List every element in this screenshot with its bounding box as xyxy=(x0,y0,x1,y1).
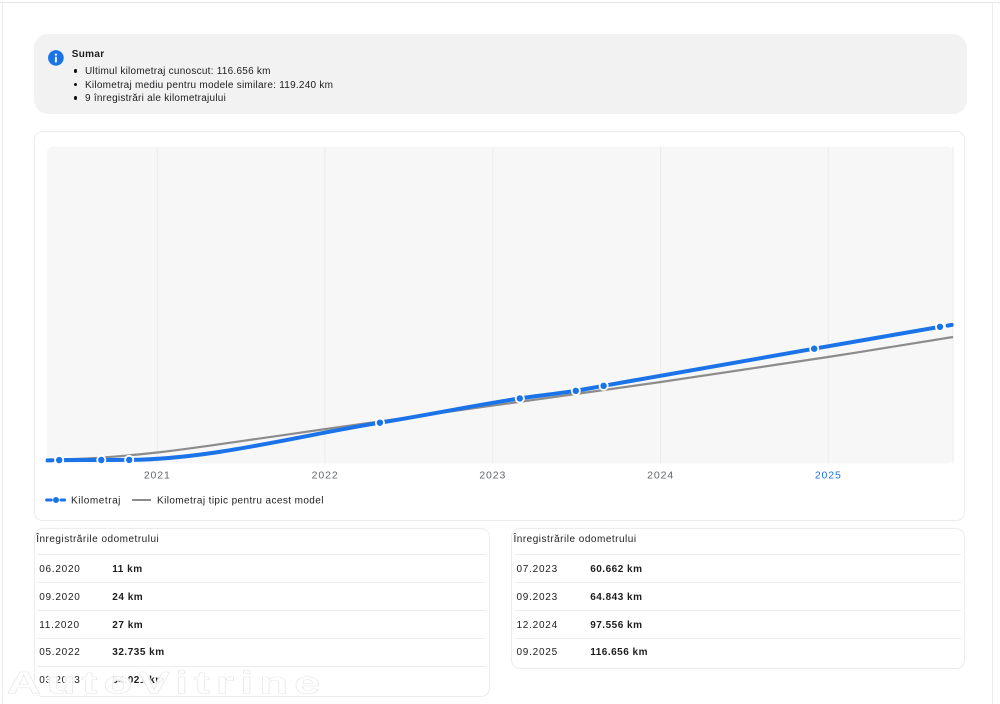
svg-text:2025: 2025 xyxy=(815,469,842,481)
svg-text:Kilometraj tipic pentru acest: Kilometraj tipic pentru acest model xyxy=(157,495,324,506)
svg-text:2024: 2024 xyxy=(647,469,674,481)
svg-text:2021: 2021 xyxy=(144,469,171,481)
svg-text:2022: 2022 xyxy=(312,469,339,481)
svg-text:AutoVitrine: AutoVitrine xyxy=(7,665,327,700)
svg-text:2023: 2023 xyxy=(479,469,506,481)
svg-text:Kilometraj: Kilometraj xyxy=(71,495,121,506)
